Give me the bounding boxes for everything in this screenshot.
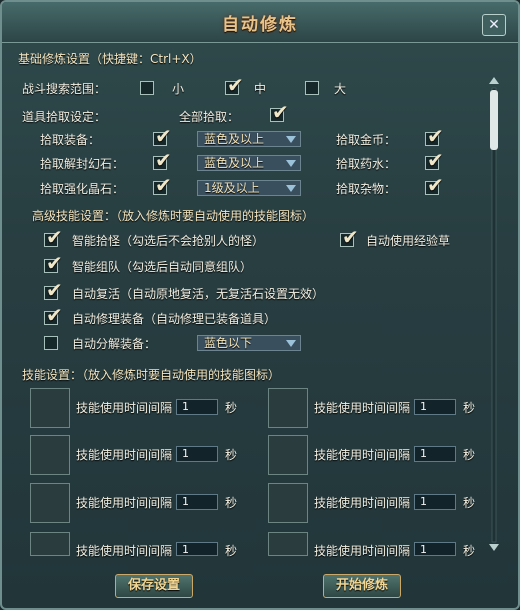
skill-slot-5[interactable] [268,388,308,428]
skill-interval-label: 技能使用时间间隔 [314,448,411,462]
smart-team-checkbox[interactable] [44,252,63,274]
seconds-unit: 秒 [463,496,476,510]
skill-interval-label: 技能使用时间间隔 [76,496,173,510]
seconds-unit: 秒 [225,448,238,462]
skill-interval-label: 技能使用时间间隔 [314,496,411,510]
close-button[interactable]: ✕ [482,14,506,36]
search-range-label: 战斗搜索范围： [22,82,107,96]
skill-interval-label: 技能使用时间间隔 [314,401,411,415]
close-icon: ✕ [488,17,500,33]
skill-interval-input[interactable]: 1 [176,399,218,415]
smart-target-label: 智能拾怪（勾选后不会抢别人的怪） [72,234,265,248]
seconds-unit: 秒 [225,401,238,415]
pickup-enhance-crystal-checkbox[interactable] [153,174,172,196]
pickup-enhance-crystal-label: 拾取强化晶石： [40,182,125,196]
title-bar[interactable]: 自动修炼 ✕ [2,2,518,43]
range-large-checkbox[interactable] [305,81,319,95]
skill-interval-input[interactable]: 1 [176,542,218,556]
basic-settings-header: 基础修炼设置（快捷键：Ctrl+X） [18,52,202,66]
skill-interval-input[interactable]: 1 [414,542,456,556]
skill-slot-8[interactable] [268,532,308,556]
auto-revive-label: 自动复活（自动原地复活，无复活石设置无效） [72,287,325,301]
skill-interval-input[interactable]: 1 [414,399,456,415]
auto-decompose-select[interactable]: 蓝色以下 [197,335,301,351]
seconds-unit: 秒 [225,544,238,558]
advanced-settings-header: 高级技能设置：（放入修炼时要自动使用的技能图标） [32,209,315,223]
skill-interval-label: 技能使用时间间隔 [76,401,173,415]
dropdown-arrow-icon [286,340,296,347]
range-large-label: 大 [334,82,347,96]
skill-interval-label: 技能使用时间间隔 [76,544,173,558]
skill-interval-input[interactable]: 1 [414,446,456,462]
pickup-misc-label: 拾取杂物： [336,182,397,196]
scroll-thumb[interactable] [490,90,498,150]
skill-slot-6[interactable] [268,435,308,475]
seconds-unit: 秒 [463,401,476,415]
smart-team-label: 智能组队（勾选后自动同意组队） [72,260,253,274]
start-cultivate-button[interactable]: 开始修炼 [323,574,401,598]
range-small-label: 小 [172,82,185,96]
skill-interval-input[interactable]: 1 [176,494,218,510]
auto-exp-herb-label: 自动使用经验草 [366,234,451,248]
skill-interval-label: 技能使用时间间隔 [314,544,411,558]
skill-settings-header: 技能设置：（放入修炼时要自动使用的技能图标） [22,368,281,382]
auto-repair-label: 自动修理装备（自动修理已装备道具） [72,312,277,326]
vertical-scrollbar[interactable] [487,74,501,554]
pickup-equip-label: 拾取装备： [40,133,101,147]
range-medium-label: 中 [254,82,267,96]
pickup-all-checkbox[interactable] [270,101,289,123]
pickup-all-label: 全部拾取： [179,110,240,124]
skill-interval-label: 技能使用时间间隔 [76,448,173,462]
save-settings-button[interactable]: 保存设置 [115,574,193,598]
seconds-unit: 秒 [463,544,476,558]
auto-decompose-checkbox[interactable] [44,336,58,350]
window-title: 自动修炼 [222,15,298,35]
pickup-gold-checkbox[interactable] [425,125,444,147]
auto-exp-herb-checkbox[interactable] [340,226,359,248]
scroll-down-arrow-icon[interactable] [489,544,499,551]
dropdown-arrow-icon [286,136,296,143]
auto-cultivate-window: 自动修炼 ✕ 基础修炼设置（快捷键：Ctrl+X） 战斗搜索范围： 小 中 大 … [0,0,520,610]
dropdown-arrow-icon [286,160,296,167]
skill-slot-2[interactable] [30,435,70,475]
skill-interval-input[interactable]: 1 [414,494,456,510]
pickup-equip-checkbox[interactable] [153,125,172,147]
pickup-potion-checkbox[interactable] [425,149,444,171]
dropdown-arrow-icon [286,185,296,192]
pickup-misc-checkbox[interactable] [425,174,444,196]
auto-revive-checkbox[interactable] [44,279,63,301]
range-medium-checkbox[interactable] [225,74,244,96]
range-small-checkbox[interactable] [140,81,154,95]
pickup-settings-label: 道具拾取设定： [22,110,107,124]
pickup-potion-label: 拾取药水： [336,157,397,171]
smart-target-checkbox[interactable] [44,226,63,248]
pickup-unseal-stone-label: 拾取解封幻石： [40,157,125,171]
seconds-unit: 秒 [463,448,476,462]
pickup-enhance-crystal-select[interactable]: 1级及以上 [197,180,301,196]
pickup-unseal-stone-select[interactable]: 蓝色及以上 [197,155,301,171]
seconds-unit: 秒 [225,496,238,510]
skill-slot-3[interactable] [30,483,70,523]
skill-slot-7[interactable] [268,483,308,523]
pickup-unseal-stone-checkbox[interactable] [153,149,172,171]
skill-slot-4[interactable] [30,532,70,556]
skill-interval-input[interactable]: 1 [176,446,218,462]
pickup-equip-select[interactable]: 蓝色及以上 [197,131,301,147]
skill-slot-1[interactable] [30,388,70,428]
auto-decompose-label: 自动分解装备： [72,337,157,351]
scroll-up-arrow-icon[interactable] [489,77,499,84]
pickup-gold-label: 拾取金币： [336,133,397,147]
auto-repair-checkbox[interactable] [44,304,63,326]
